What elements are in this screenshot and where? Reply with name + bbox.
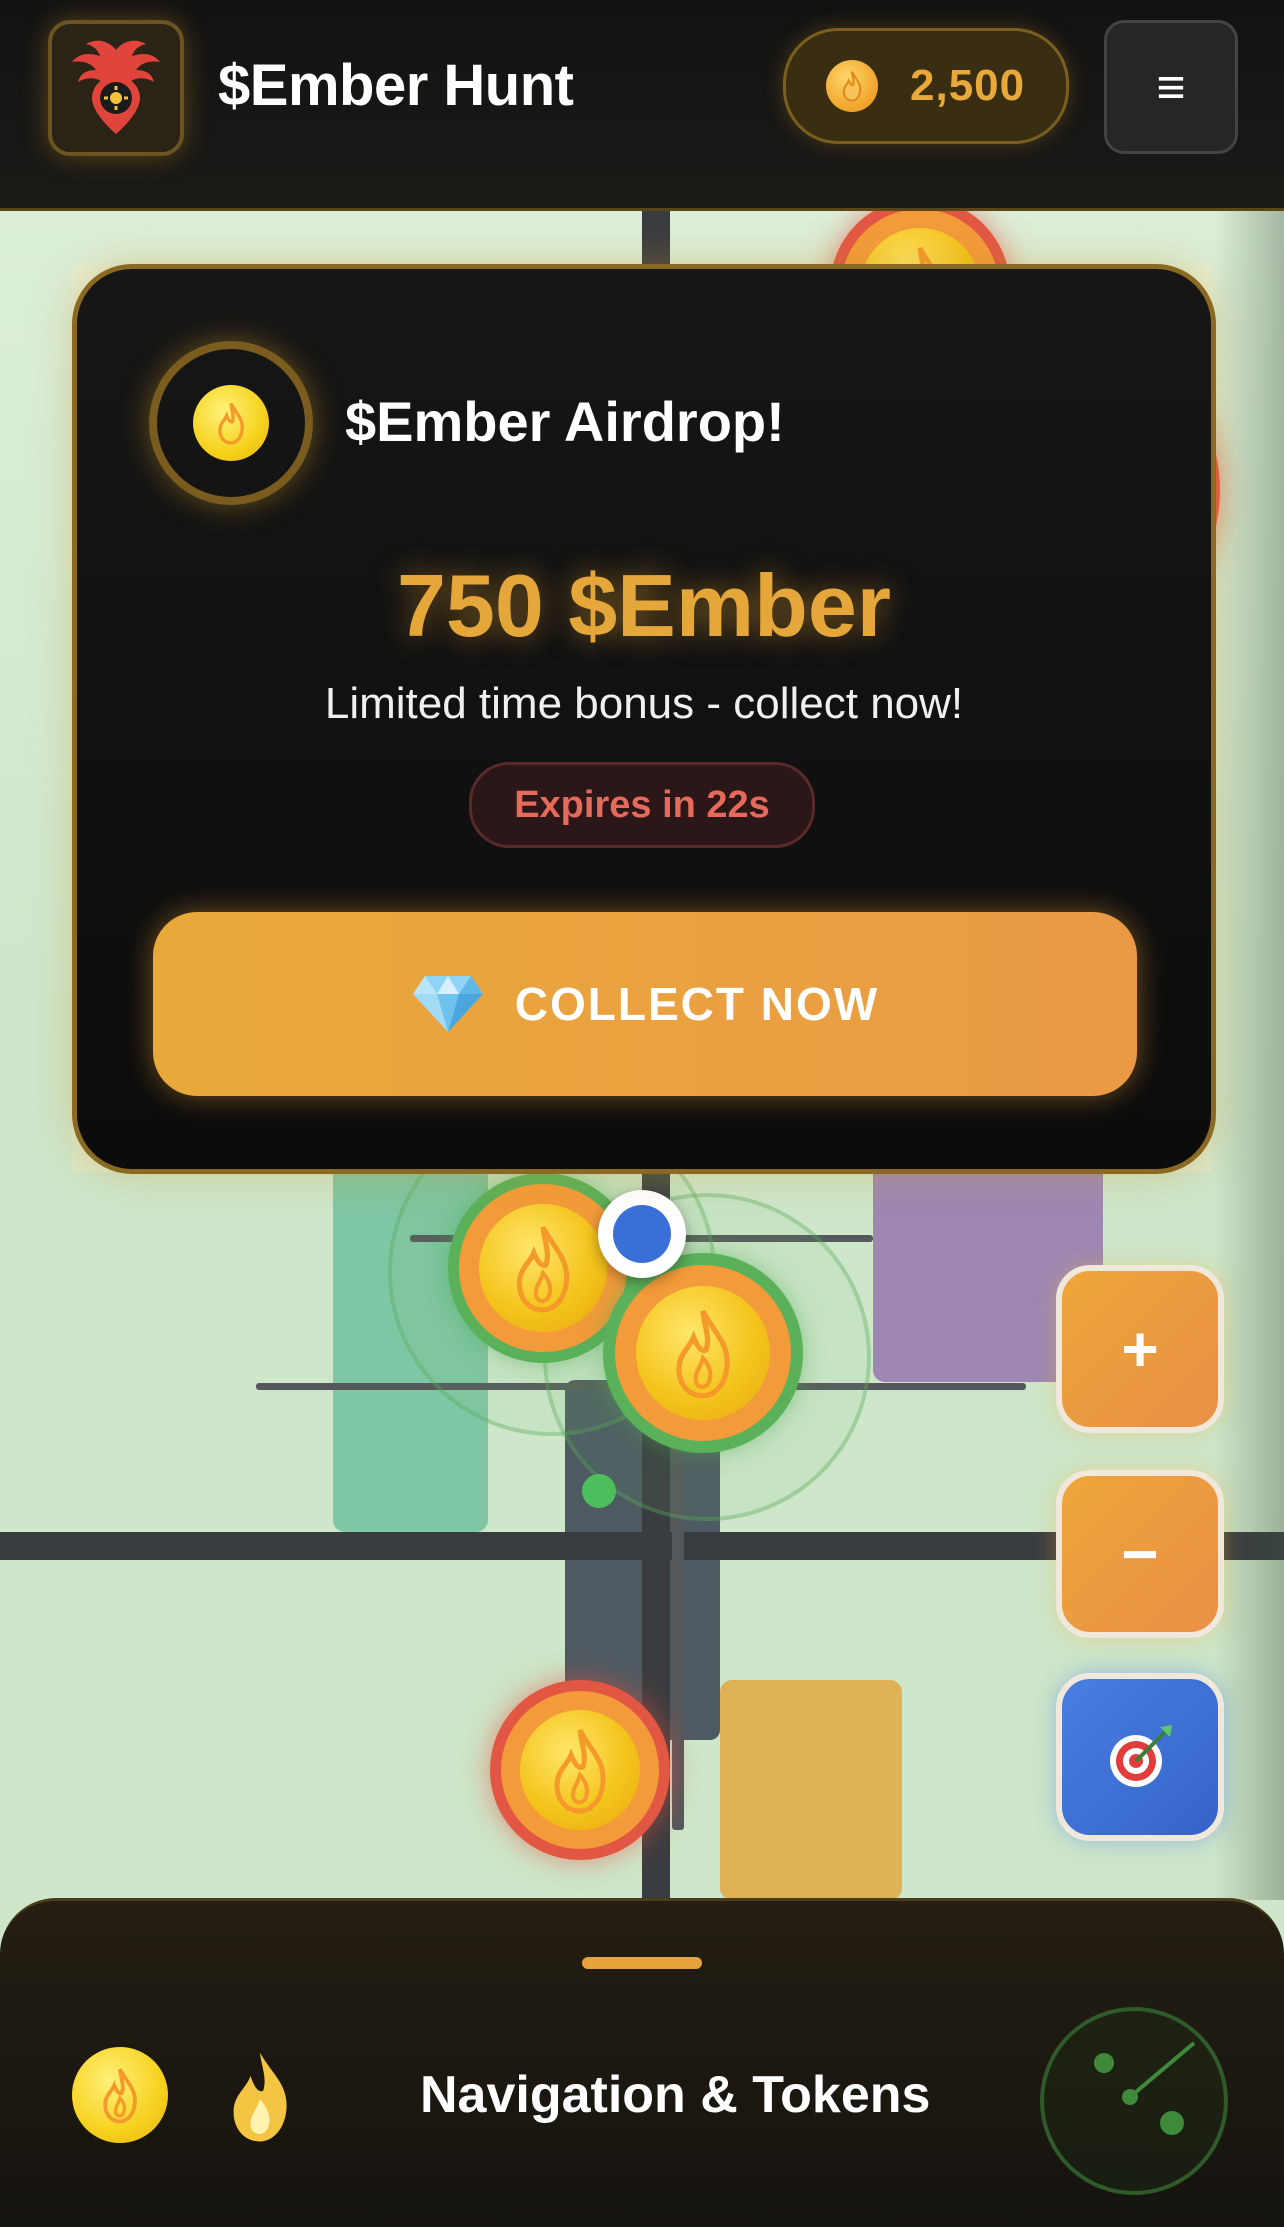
coin-icon — [479, 1204, 607, 1332]
map-edge-shade — [1214, 200, 1284, 1900]
token-marker-ring — [500, 1690, 660, 1850]
zoom-in-button[interactable]: + — [1056, 1265, 1224, 1433]
plus-icon: + — [1121, 1313, 1159, 1385]
airdrop-amount: 750 $Ember — [396, 556, 892, 655]
airdrop-coin — [149, 341, 313, 505]
bottom-panel[interactable]: Navigation & Tokens — [0, 1898, 1284, 2227]
token-marker-ring — [459, 1184, 627, 1352]
hamburger-icon: ≡ — [1156, 59, 1186, 115]
radar-widget[interactable] — [1040, 2007, 1228, 2195]
airdrop-subtitle: Limited time bonus - collect now! — [324, 679, 964, 728]
locate-me-button[interactable] — [1056, 1673, 1224, 1841]
map-building — [720, 1680, 902, 1900]
panel-title: Navigation & Tokens — [420, 2066, 931, 2124]
user-location-marker — [598, 1190, 686, 1278]
token-marker-ring — [615, 1265, 791, 1441]
minus-icon: − — [1121, 1518, 1159, 1590]
phoenix-logo-icon — [72, 40, 160, 134]
drag-handle[interactable] — [582, 1957, 702, 1969]
radar-icon — [1094, 2041, 1196, 2135]
app-header: $Ember Hunt 2,500 ≡ — [0, 0, 1284, 211]
coin-icon — [636, 1286, 770, 1420]
airdrop-title: $Ember Airdrop! — [345, 390, 785, 453]
coin-icon — [72, 2047, 168, 2143]
token-marker[interactable] — [490, 1680, 670, 1860]
coin-icon — [193, 385, 269, 461]
target-icon — [1110, 1725, 1172, 1787]
zoom-out-button[interactable]: − — [1056, 1470, 1224, 1638]
airdrop-modal: $Ember Airdrop! 750 $Ember Limited time … — [72, 264, 1216, 1174]
app-logo — [48, 20, 184, 156]
gem-icon — [412, 976, 483, 1032]
token-marker[interactable] — [603, 1253, 803, 1453]
coin-icon — [519, 1709, 641, 1831]
user-location-core — [613, 1205, 671, 1263]
balance-value: 2,500 — [910, 61, 1026, 110]
expiry-badge: Expires in 22s — [469, 762, 815, 848]
app-title: $Ember Hunt — [218, 53, 574, 118]
coin-icon — [826, 60, 878, 112]
flame-icon — [210, 2041, 310, 2151]
token-balance[interactable]: 2,500 — [783, 28, 1069, 144]
collect-now-button[interactable]: COLLECT NOW — [153, 912, 1137, 1096]
collect-now-label: COLLECT NOW — [514, 978, 880, 1030]
menu-button[interactable]: ≡ — [1104, 20, 1238, 154]
nearby-player-dot — [582, 1474, 616, 1508]
